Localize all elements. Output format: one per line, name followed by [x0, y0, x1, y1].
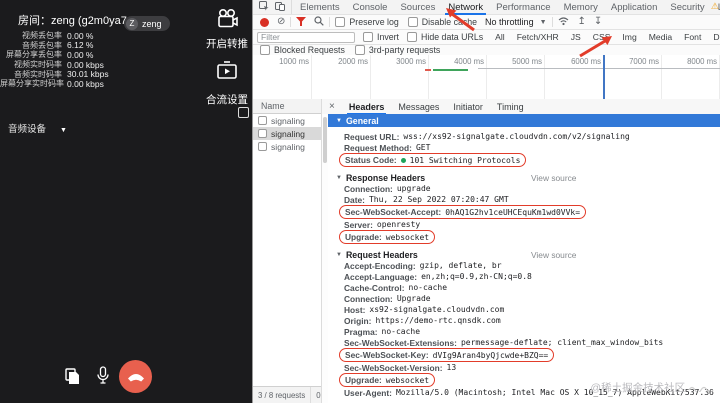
- waterfall-red-mark: [425, 69, 431, 71]
- screenshot-root: 房间：zeng (g2m0ya7w7) Z zeng 视频丢包率 0.00 % 音…: [0, 0, 720, 403]
- invert-checkbox[interactable]: [363, 32, 373, 42]
- filter-type-doc[interactable]: Doc: [711, 31, 720, 43]
- tab-initiator[interactable]: Initiator: [453, 102, 483, 112]
- detail-tabbar: × Headers Messages Initiator Timing: [322, 99, 720, 115]
- chevron-down-icon: ▼: [336, 117, 342, 124]
- tab-timing[interactable]: Timing: [497, 102, 524, 112]
- tv-icon[interactable]: [215, 60, 239, 87]
- waterfall-green-bar: [433, 69, 468, 71]
- tab-application[interactable]: Application: [611, 2, 657, 13]
- merge-settings-button[interactable]: 合流设置: [204, 92, 250, 107]
- annotation-box: Upgrade: websocket: [339, 373, 436, 387]
- view-source-link[interactable]: View source: [531, 173, 576, 183]
- annotation-box: Sec-WebSocket-Accept: 0hAQ1G2hv1ceUHCEquK…: [339, 205, 587, 219]
- start-forwarding-button[interactable]: 开启转推: [204, 36, 250, 51]
- inspect-element-icon[interactable]: [259, 1, 269, 13]
- row-checkbox[interactable]: [258, 142, 267, 151]
- phone-icon: [127, 373, 144, 381]
- hang-up-button[interactable]: [119, 360, 152, 393]
- network-conditions-icon[interactable]: [558, 16, 569, 28]
- tab-sources[interactable]: Sources: [400, 2, 435, 13]
- annotation-box: Sec-WebSocket-Key: dVIg9Aran4byQjcwde+BZQ…: [339, 348, 555, 362]
- copy-icon[interactable]: [64, 368, 80, 390]
- filter-type-img[interactable]: Img: [620, 31, 638, 43]
- filter-type-fetchxhr[interactable]: Fetch/XHR: [515, 31, 561, 43]
- import-har-icon[interactable]: ↥: [578, 17, 586, 27]
- request-headers-section[interactable]: ▼ Request Headers View source: [328, 249, 720, 260]
- warning-icon[interactable]: ⚠: [711, 1, 719, 12]
- record-button[interactable]: [260, 17, 269, 27]
- avatar: Z: [126, 17, 138, 30]
- watermark: @稀土掘金技术社区: [590, 380, 718, 395]
- network-toolbar: ⊘ Preserve log Disable cache No throttli…: [253, 15, 720, 30]
- filter-type-css[interactable]: CSS: [591, 31, 613, 43]
- devtools-window: Elements Console Sources Network Perform…: [252, 0, 720, 403]
- devtools-tabbar: Elements Console Sources Network Perform…: [253, 0, 720, 15]
- throttling-select[interactable]: No throttling: [485, 17, 534, 27]
- filter-type-all[interactable]: All: [493, 31, 507, 43]
- request-row-selected[interactable]: signaling: [253, 127, 321, 140]
- microphone-icon[interactable]: [96, 366, 110, 391]
- waterfall-pending-bar: [478, 68, 720, 69]
- user-pill-name: zeng: [142, 18, 162, 29]
- annotation-box: Status Code: 101 Switching Protocols: [339, 153, 527, 167]
- stat-row: 屏幕分享实时码率 0.00 kbps: [0, 78, 104, 89]
- tab-performance[interactable]: Performance: [496, 2, 550, 13]
- request-list: Name signaling signaling signaling 3 / 8…: [253, 99, 322, 403]
- disable-cache-checkbox[interactable]: [407, 17, 418, 27]
- stream-stats: 视频丢包率 0.00 % 音频丢包率 6.12 % 屏幕分享丢包率 0.00 % 视频…: [0, 31, 109, 89]
- tab-messages[interactable]: Messages: [398, 102, 439, 112]
- filter-type-media[interactable]: Media: [647, 31, 674, 43]
- user-pill[interactable]: Z zeng: [124, 16, 170, 31]
- status-code-row: Status Code: 101 Switching Protocols: [328, 153, 720, 167]
- row-checkbox[interactable]: [258, 129, 267, 138]
- network-filter-bar: Invert Hide data URLs All Fetch/XHR JS C…: [253, 30, 720, 45]
- preserve-log-checkbox[interactable]: [335, 17, 346, 27]
- chevron-down-icon: ▼: [539, 18, 547, 26]
- headers-pane: ▼ General Request URL: wss://xs92-signalga…: [328, 114, 720, 403]
- third-party-checkbox[interactable]: [354, 45, 365, 55]
- timeline-playhead: [603, 55, 605, 99]
- name-column-header[interactable]: Name: [253, 99, 321, 114]
- tab-memory[interactable]: Memory: [564, 2, 598, 13]
- filter-type-font[interactable]: Font: [682, 31, 703, 43]
- chevron-down-icon: ▼: [336, 251, 342, 258]
- hide-data-urls-checkbox[interactable]: [407, 32, 418, 42]
- chevron-down-icon: ▼: [336, 174, 342, 181]
- partial-hidden-icon: [238, 107, 249, 118]
- call-controls: [0, 352, 252, 403]
- request-row[interactable]: signaling: [253, 140, 321, 153]
- clear-icon[interactable]: ⊘: [277, 17, 285, 27]
- filter-input[interactable]: [257, 31, 355, 43]
- device-toolbar-icon[interactable]: [275, 1, 285, 13]
- request-row[interactable]: signaling: [253, 114, 321, 127]
- status-green-dot: [400, 157, 406, 163]
- view-source-link[interactable]: View source: [531, 250, 576, 260]
- network-overview-timeline[interactable]: 1000 ms 2000 ms 3000 ms 4000 ms 5000 ms …: [253, 55, 720, 100]
- export-har-icon[interactable]: ↧: [594, 17, 602, 27]
- tab-security[interactable]: Security: [670, 2, 704, 13]
- tab-headers[interactable]: Headers: [346, 102, 386, 115]
- tab-console[interactable]: Console: [353, 2, 388, 13]
- annotation-box: Upgrade: websocket: [339, 230, 436, 244]
- videocam-icon[interactable]: [215, 8, 239, 35]
- close-icon[interactable]: ×: [329, 101, 335, 112]
- audio-device-select[interactable]: 音频设备 ▼: [8, 121, 67, 135]
- chevron-down-icon: ▼: [60, 127, 67, 134]
- search-icon[interactable]: [314, 16, 325, 28]
- tab-elements[interactable]: Elements: [300, 2, 340, 13]
- blocked-requests-checkbox[interactable]: [260, 45, 270, 55]
- row-checkbox[interactable]: [258, 116, 267, 125]
- requests-status-bar: 3 / 8 requests 0: [253, 386, 321, 403]
- response-headers-section[interactable]: ▼ Response Headers View source: [328, 172, 720, 183]
- filter-funnel-icon[interactable]: [296, 16, 307, 28]
- tab-network[interactable]: Network: [445, 2, 487, 15]
- filter-type-js[interactable]: JS: [569, 31, 583, 43]
- general-section-header[interactable]: ▼ General: [328, 114, 720, 127]
